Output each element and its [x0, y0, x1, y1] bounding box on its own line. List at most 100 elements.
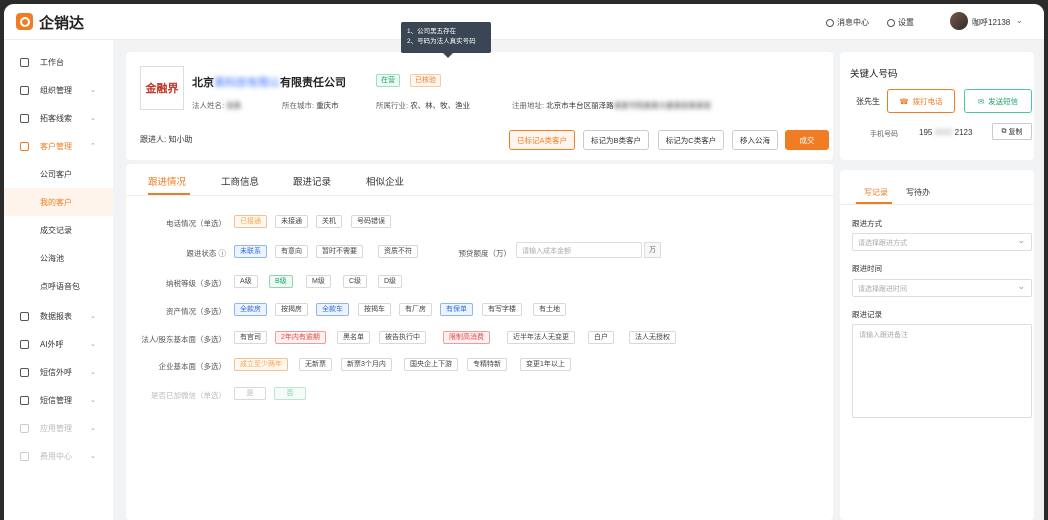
enterprise-option[interactable]: 新票3个月内	[341, 358, 392, 371]
phone-icon	[20, 339, 29, 349]
enterprise-option[interactable]: 成立至少两年	[234, 358, 288, 371]
move-to-pool-button[interactable]: 移入公海	[732, 130, 778, 150]
message-center-link[interactable]: 消息中心	[826, 17, 869, 28]
send-sms-button[interactable]: ✉ 发送短信	[964, 89, 1032, 113]
call-option[interactable]: 号码错误	[351, 215, 391, 228]
asset-option[interactable]: 有写字楼	[482, 303, 522, 316]
tax-option[interactable]: D级	[378, 275, 403, 288]
legal-option[interactable]: 限制高消费	[443, 331, 490, 344]
settings-label: 设置	[898, 18, 914, 27]
industry-label: 所属行业:	[376, 101, 409, 110]
sidebar-item-label: 工作台	[40, 57, 64, 67]
sidebar-item-customers[interactable]: 客户管理 ⌃	[4, 132, 113, 160]
industry-value: 农、林、牧、渔业	[410, 101, 471, 110]
asset-option[interactable]: 有土地	[533, 303, 566, 316]
asset-option[interactable]: 全款房	[234, 303, 267, 316]
sidebar-item-my-customers[interactable]: 我的客户	[4, 188, 113, 216]
follow-option[interactable]: 暂时不需要	[316, 245, 363, 258]
tab-similar-companies[interactable]: 相似企业	[366, 174, 404, 188]
follow-option[interactable]: 有意向	[275, 245, 308, 258]
sidebar-item-workbench[interactable]: 工作台	[4, 48, 113, 76]
wechat-option[interactable]: 是	[234, 387, 266, 400]
contact-name: 张先生	[856, 97, 880, 106]
wechat-option[interactable]: 否	[274, 387, 306, 400]
call-option[interactable]: 未接通	[275, 215, 308, 228]
legal-option[interactable]: 黑名单	[337, 331, 370, 344]
address-value: 北京市丰台区丽泽路	[546, 101, 614, 110]
tab-follow-records[interactable]: 跟进记录	[293, 174, 331, 188]
note-textarea[interactable]: 请输入跟进备注	[852, 324, 1032, 418]
deal-button[interactable]: 成交	[785, 130, 829, 150]
call-option[interactable]: 已接通	[234, 215, 267, 228]
status-badge: 在营	[376, 74, 400, 87]
tab-business-info[interactable]: 工商信息	[221, 174, 259, 188]
legal-option[interactable]: 白户	[588, 331, 614, 344]
top-bar: 企销达 消息中心 设置 咖呼12138 ⌄	[4, 4, 1044, 40]
sidebar-item-label: 短信管理	[40, 395, 72, 405]
tab-write-record[interactable]: 写记录	[864, 187, 888, 198]
tax-option[interactable]: C级	[343, 275, 368, 288]
asset-option[interactable]: 全款车	[316, 303, 349, 316]
sidebar-item-label: 组织管理	[40, 85, 72, 95]
avatar[interactable]	[950, 12, 968, 30]
asset-option[interactable]: 按揭房	[275, 303, 308, 316]
mark-b-button[interactable]: 标记为B类客户	[583, 130, 649, 150]
sidebar-item-leads[interactable]: 拓客线索 ⌄	[4, 104, 113, 132]
budget-label: 预贷额度（万）	[458, 249, 512, 258]
customer-icon	[20, 141, 29, 151]
home-icon	[20, 57, 29, 67]
detail-tabs: 跟进情况 工商信息 跟进记录 相似企业	[126, 164, 833, 196]
enterprise-option[interactable]: 无新票	[299, 358, 332, 371]
legal-option[interactable]: 被告执行中	[379, 331, 426, 344]
time-select[interactable]: 请选择跟进时间	[852, 279, 1032, 297]
asset-option[interactable]: 按揭车	[358, 303, 391, 316]
enterprise-option[interactable]: 变更1年以上	[520, 358, 571, 371]
detail-card: 跟进情况 工商信息 跟进记录 相似企业 电话情况（单选） 已接通 未接通 关机 …	[126, 164, 833, 520]
follower-label: 跟进人:	[140, 135, 167, 144]
sidebar-item-company-customers[interactable]: 公司客户	[4, 160, 113, 188]
budget-input[interactable]: 请输入成本金额	[516, 242, 642, 258]
sidebar-item-label: AI外呼	[40, 339, 64, 349]
tax-option[interactable]: B级	[269, 275, 293, 288]
billing-icon	[20, 451, 29, 461]
sidebar-item-apps[interactable]: 应用管理 ⌄	[4, 414, 113, 442]
phone-icon	[20, 367, 29, 377]
copy-button[interactable]: ⧉ 复制	[992, 123, 1032, 140]
call-option[interactable]: 关机	[316, 215, 342, 228]
budget-unit: 万	[644, 242, 661, 258]
legal-basic-label: 法人/股东基本面（多选）	[141, 335, 226, 344]
tab-follow-status[interactable]: 跟进情况	[148, 174, 186, 188]
key-contact-card: 关键人号码 张先生 ☎ 拨打电话 ✉ 发送短信 手机号码 195 0000 2123…	[840, 52, 1034, 160]
sidebar-item-label: 费用中心	[40, 451, 72, 461]
tax-option[interactable]: M级	[306, 275, 331, 288]
chevron-down-icon: ⌄	[90, 115, 96, 122]
sidebar-item-org[interactable]: 组织管理 ⌄	[4, 76, 113, 104]
legal-option[interactable]: 有官司	[234, 331, 267, 344]
enterprise-option[interactable]: 专精特新	[467, 358, 507, 371]
industry: 所属行业: 农、林、牧、渔业	[376, 100, 470, 111]
phone-masked: 0000	[934, 128, 953, 137]
sidebar-item-billing[interactable]: 费用中心 ⌄	[4, 442, 113, 470]
tax-option[interactable]: A级	[234, 275, 258, 288]
legal-label: 法人姓名:	[192, 101, 225, 110]
mark-c-button[interactable]: 标记为C类客户	[658, 130, 724, 150]
verify-badge[interactable]: 已核验	[410, 74, 441, 87]
legal-option[interactable]: 2年内有逾期	[275, 331, 326, 344]
phone-suffix: 2123	[954, 128, 973, 137]
logo-icon	[16, 13, 33, 30]
method-select[interactable]: 请选择跟进方式	[852, 233, 1032, 251]
follower: 跟进人: 知小助	[140, 134, 192, 145]
chevron-down-icon[interactable]: ⌄	[1016, 16, 1023, 25]
call-button[interactable]: ☎ 拨打电话	[887, 89, 955, 113]
legal-option[interactable]: 近半年法人无变更	[507, 331, 575, 344]
mark-a-button[interactable]: 已标记A类客户	[509, 130, 575, 150]
enterprise-option[interactable]: 国央企上下游	[404, 358, 458, 371]
user-name[interactable]: 咖呼12138	[972, 17, 1010, 28]
legal-option[interactable]: 法人无授权	[629, 331, 676, 344]
settings-link[interactable]: 设置	[887, 17, 914, 28]
tab-write-todo[interactable]: 写待办	[906, 187, 930, 198]
asset-option[interactable]: 有厂房	[399, 303, 432, 316]
phone-icon: ☎	[899, 96, 909, 106]
asset-option[interactable]: 有保单	[440, 303, 473, 316]
follow-option[interactable]: 未联系	[234, 245, 267, 258]
